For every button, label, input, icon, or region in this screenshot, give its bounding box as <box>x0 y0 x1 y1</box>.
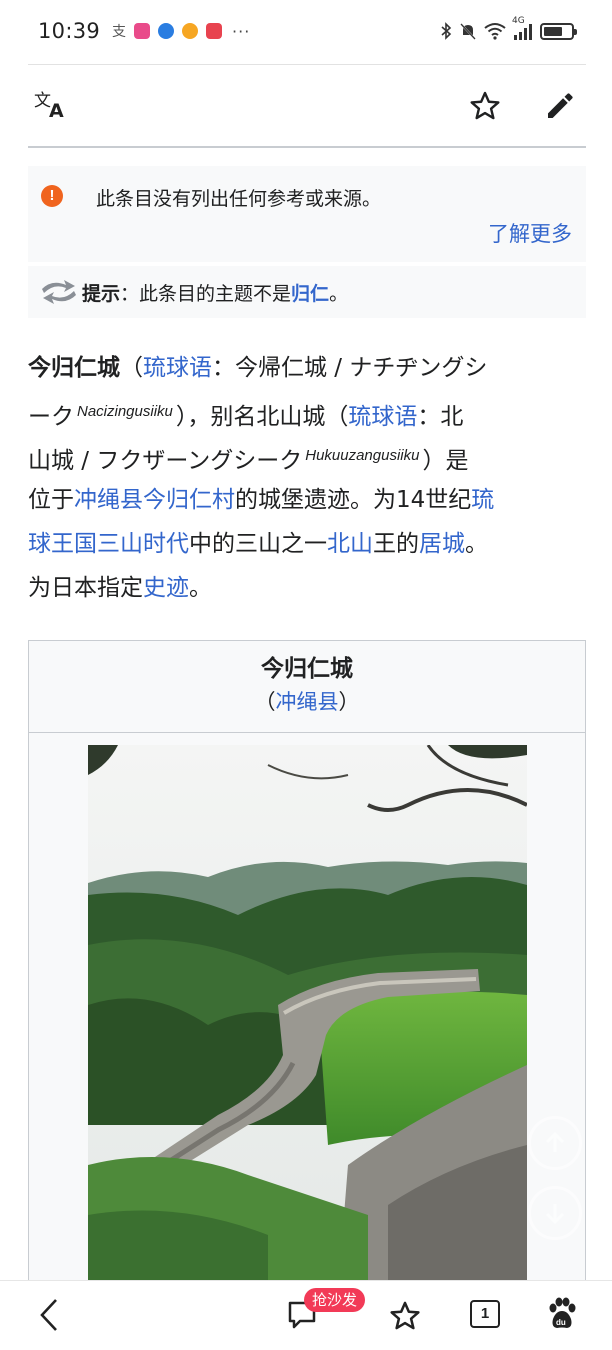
hint-end: 。 <box>329 282 349 305</box>
system-icons: 4G <box>440 16 577 40</box>
text: 。 <box>465 531 488 557</box>
text: 王的 <box>373 531 419 557</box>
disambiguation-icon <box>42 280 76 304</box>
text: 山城 / フクザーングシーク <box>28 448 303 474</box>
edit-icon[interactable] <box>544 90 576 122</box>
hatnote: 提示 ： 此条目的主题不是 归仁 。 <box>28 266 586 318</box>
browser-notification-icon <box>158 23 175 39</box>
text: 中的三山之一 <box>189 531 327 557</box>
back-button[interactable] <box>38 1297 60 1337</box>
browser-bottom-bar: du <box>0 1280 612 1350</box>
article-title-bold: 今归仁城 <box>28 355 120 381</box>
text: ） <box>338 690 360 714</box>
baidu-paw-button[interactable]: du <box>546 1297 578 1335</box>
text: ：北 <box>417 404 464 430</box>
star-icon[interactable] <box>468 89 502 123</box>
mute-bell-icon <box>460 23 476 40</box>
link-hokuzan[interactable]: 北山 <box>327 531 373 557</box>
text: ），别名北山城（ <box>175 404 349 430</box>
link-ryukyuan-language-2[interactable]: 琉球语 <box>348 404 417 430</box>
hint-link-guiren[interactable]: 归仁 <box>291 279 329 306</box>
infobox-subtitle: （冲绳县） <box>29 685 585 719</box>
infobox: 今归仁城 （冲绳县） <box>28 640 586 1290</box>
infobox-header: 今归仁城 （冲绳县） <box>29 641 585 733</box>
link-ryukyuan-language[interactable]: 琉球语 <box>143 355 212 381</box>
scroll-to-top-button[interactable] <box>528 1116 582 1170</box>
scroll-to-bottom-button[interactable] <box>528 1186 582 1240</box>
link-sanzan-period[interactable]: 三山时代 <box>97 531 189 557</box>
link-ryukyu-kingdom[interactable]: 琉 <box>471 487 494 513</box>
tab-count-button[interactable]: 1 <box>470 1300 500 1328</box>
translate-icon[interactable]: 文 A <box>34 88 70 124</box>
star-outline-icon <box>390 1301 420 1330</box>
hint-colon: ： <box>120 282 140 305</box>
link-residence-castle[interactable]: 居城 <box>419 531 465 557</box>
svg-text:du: du <box>556 1318 566 1327</box>
unreferenced-notice: ! 此条目没有列出任何参考或来源。 了解更多 <box>28 166 586 262</box>
link-okinawa-prefecture[interactable]: 冲绳县 <box>74 487 143 513</box>
text: （ <box>120 355 143 381</box>
learn-more-link[interactable]: 了解更多 <box>488 218 572 248</box>
link-historic-site[interactable]: 史迹 <box>143 575 189 601</box>
bluetooth-icon <box>441 22 452 40</box>
app-notification-icon <box>134 23 151 39</box>
article-lead: 今归仁城（琉球语：今帰仁城 / ナチヂングシ ーク Nacizingusiiku）… <box>28 346 580 610</box>
infobox-title: 今归仁城 <box>261 656 353 682</box>
network-type: 4G <box>512 16 525 26</box>
text: 为日本指定 <box>28 575 143 601</box>
warning-icon: ! <box>41 185 63 207</box>
article-toolbar: 文 A <box>28 64 586 148</box>
link-nakijin-village[interactable]: 今归仁村 <box>143 487 235 513</box>
signal-icon: 4G <box>512 16 532 40</box>
app-red-icon <box>206 23 223 39</box>
castle-photo[interactable] <box>88 745 527 1290</box>
text: 的城堡遗迹。为14世纪 <box>235 487 472 513</box>
text: 。 <box>189 575 212 601</box>
text: ：今帰仁城 / ナチヂングシ <box>212 355 488 381</box>
romanization-2: Hukuuzangusiiku <box>305 447 420 464</box>
alipay-icon: 支 <box>112 24 127 40</box>
hint-text: 此条目的主题不是 <box>139 282 292 305</box>
text: ーク <box>28 404 74 430</box>
text: （ <box>254 690 276 714</box>
link-ryukyu-kingdom-cont[interactable]: 球王国 <box>28 531 97 557</box>
infobox-link-okinawa[interactable]: 冲绳县 <box>276 690 339 714</box>
svg-text:A: A <box>49 100 64 120</box>
baidu-paw-icon: du <box>549 1297 576 1328</box>
romanization: Nacizingusiiku <box>77 403 173 420</box>
notification-icons: 支 ··· <box>112 21 250 41</box>
more-notifications-icon: ··· <box>232 21 251 41</box>
text: ）是 <box>422 448 469 474</box>
status-time: 10:39 <box>38 19 101 43</box>
hint-label: 提示 <box>82 282 121 305</box>
text: 位于 <box>28 487 74 513</box>
weibo-icon <box>182 23 199 39</box>
favorite-button[interactable] <box>388 1299 422 1337</box>
arrow-up-icon <box>545 1131 565 1152</box>
comment-badge: 抢沙发 <box>304 1288 366 1312</box>
arrow-down-icon <box>545 1204 565 1225</box>
chevron-left-icon <box>40 1299 57 1331</box>
notice-message: 此条目没有列出任何参考或来源。 <box>96 188 382 210</box>
battery-icon <box>540 22 577 40</box>
wifi-icon <box>484 23 506 40</box>
status-bar: 10:39 支 ··· 4G <box>0 0 612 62</box>
